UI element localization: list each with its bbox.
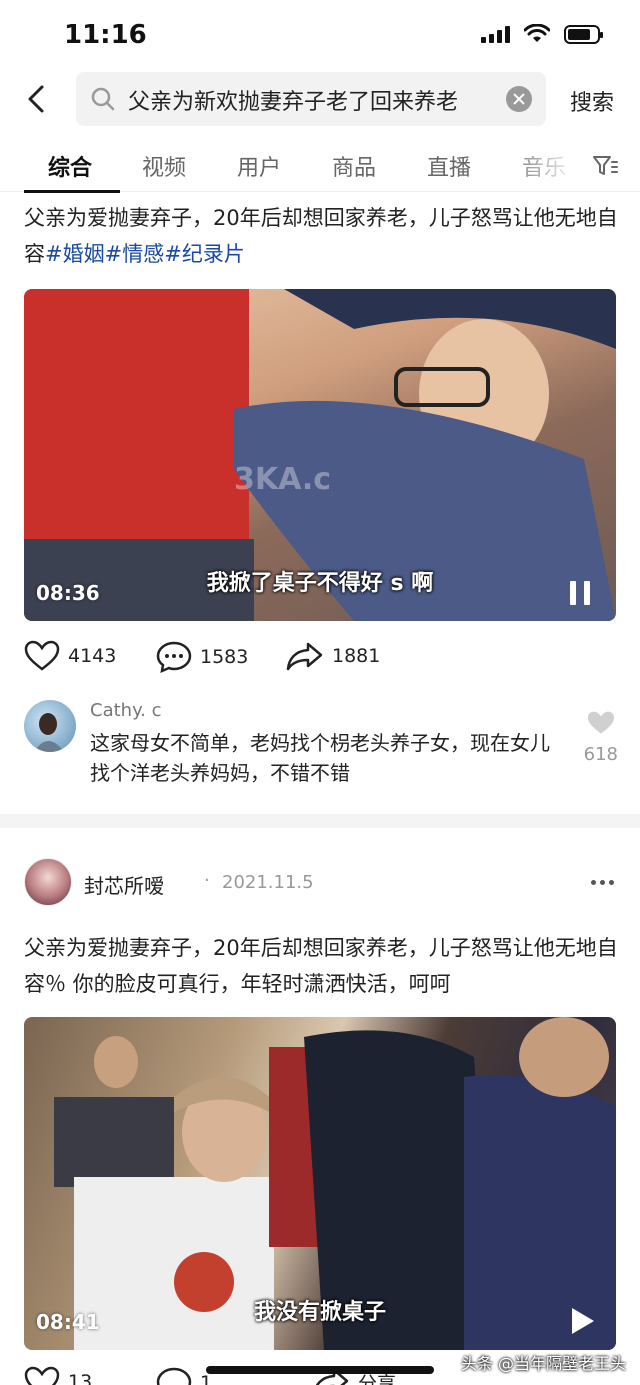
share-icon [286,642,323,671]
video-subtitle: 我没有掀桌子 [253,1300,386,1325]
video-duration: 08:36 [36,581,100,605]
battery-icon [564,24,603,44]
comment-count: 1583 [200,646,249,668]
pause-icon[interactable] [570,581,592,605]
post2-author-row: 封芯所嗳 · 2021.11.5 [24,858,624,908]
like-button[interactable]: 13 [24,1366,92,1385]
tab-products[interactable]: 商品 [332,150,376,182]
post1-actions: 4143 1583 1881 [24,640,616,680]
post2-video[interactable]: 我没有掀桌子 08:41 [24,1017,616,1350]
search-icon [91,87,115,111]
clear-icon[interactable] [506,86,532,112]
comment-text: 这家母女不简单，老妈找个枴老头养子女，现在女儿找个洋老头养妈妈，不错不错 [90,731,550,785]
separator-dot: · [204,870,210,891]
share-button[interactable]: 1881 [286,640,380,672]
like-count: 13 [68,1371,93,1385]
heart-icon [24,1366,60,1385]
search-row: 父亲为新欢抛妻弃子老了回来养老 搜索 [0,72,640,126]
avatar[interactable] [24,700,76,752]
comment-username[interactable]: Cathy. c [90,700,162,721]
filter-icon[interactable] [592,154,618,178]
tab-general[interactable]: 综合 [48,150,92,182]
cellular-signal-icon [481,25,510,43]
comment-like-count: 618 [583,744,618,765]
like-count: 4143 [68,645,117,667]
comment-icon [156,1367,192,1385]
status-icons [481,24,603,44]
like-button[interactable]: 4143 [24,640,116,672]
heart-icon [587,711,614,734]
search-button[interactable]: 搜索 [570,85,614,117]
footer-watermark: 头条 @当年隔壁老王头 [460,1354,626,1373]
section-divider [0,814,640,828]
back-icon[interactable] [22,82,54,116]
video-duration: 08:41 [36,1310,100,1334]
post1-video[interactable]: 3KA.c 我掀了桌子不得好 s 啊 08:36 [24,289,616,621]
hashtag-link[interactable]: #情感 [105,242,165,266]
more-icon[interactable] [591,880,614,885]
search-query: 父亲为新欢抛妻弃子老了回来养老 [128,90,459,115]
avatar[interactable] [24,858,72,906]
status-time: 11:16 [64,20,147,50]
home-indicator [206,1366,434,1374]
author-name[interactable]: 封芯所嗳 [84,870,164,899]
search-input[interactable]: 父亲为新欢抛妻弃子老了回来养老 [76,72,546,126]
video-subtitle: 我掀了桌子不得好 s 啊 [206,571,434,596]
tab-bar: 综合 视频 用户 商品 直播 音乐 [0,140,640,193]
tab-live[interactable]: 直播 [427,150,471,182]
wifi-icon [524,24,550,42]
comment-icon [156,641,192,674]
tab-users[interactable]: 用户 [237,150,281,182]
heart-icon [24,640,60,671]
hashtag-link[interactable]: #纪录片 [164,242,245,266]
comment-button[interactable]: 1583 [156,640,248,674]
video-watermark: 3KA.c [234,462,331,497]
tab-video[interactable]: 视频 [142,150,186,182]
post-date: 2021.11.5 [222,872,314,893]
comment-like-button[interactable]: 618 [584,710,618,765]
post2-text[interactable]: 父亲为爱抛妻弃子，20年后却想回家养老，儿子怒骂让他无地自容％ 你的脸皮可真行，… [24,930,624,1002]
hashtag-link[interactable]: #婚姻 [45,242,105,266]
status-bar: 11:16 [0,0,640,70]
post1-text[interactable]: 父亲为爱抛妻弃子，20年后却想回家养老，儿子怒骂让他无地自容#婚姻#情感#纪录片 [24,200,624,272]
top-comment[interactable]: Cathy. c 这家母女不简单，老妈找个枴老头养子女，现在女儿找个洋老头养妈妈… [24,700,624,800]
active-tab-indicator [24,190,120,193]
share-count: 1881 [332,645,381,667]
comment-button[interactable]: 1 [156,1366,212,1385]
play-icon[interactable] [572,1308,594,1334]
